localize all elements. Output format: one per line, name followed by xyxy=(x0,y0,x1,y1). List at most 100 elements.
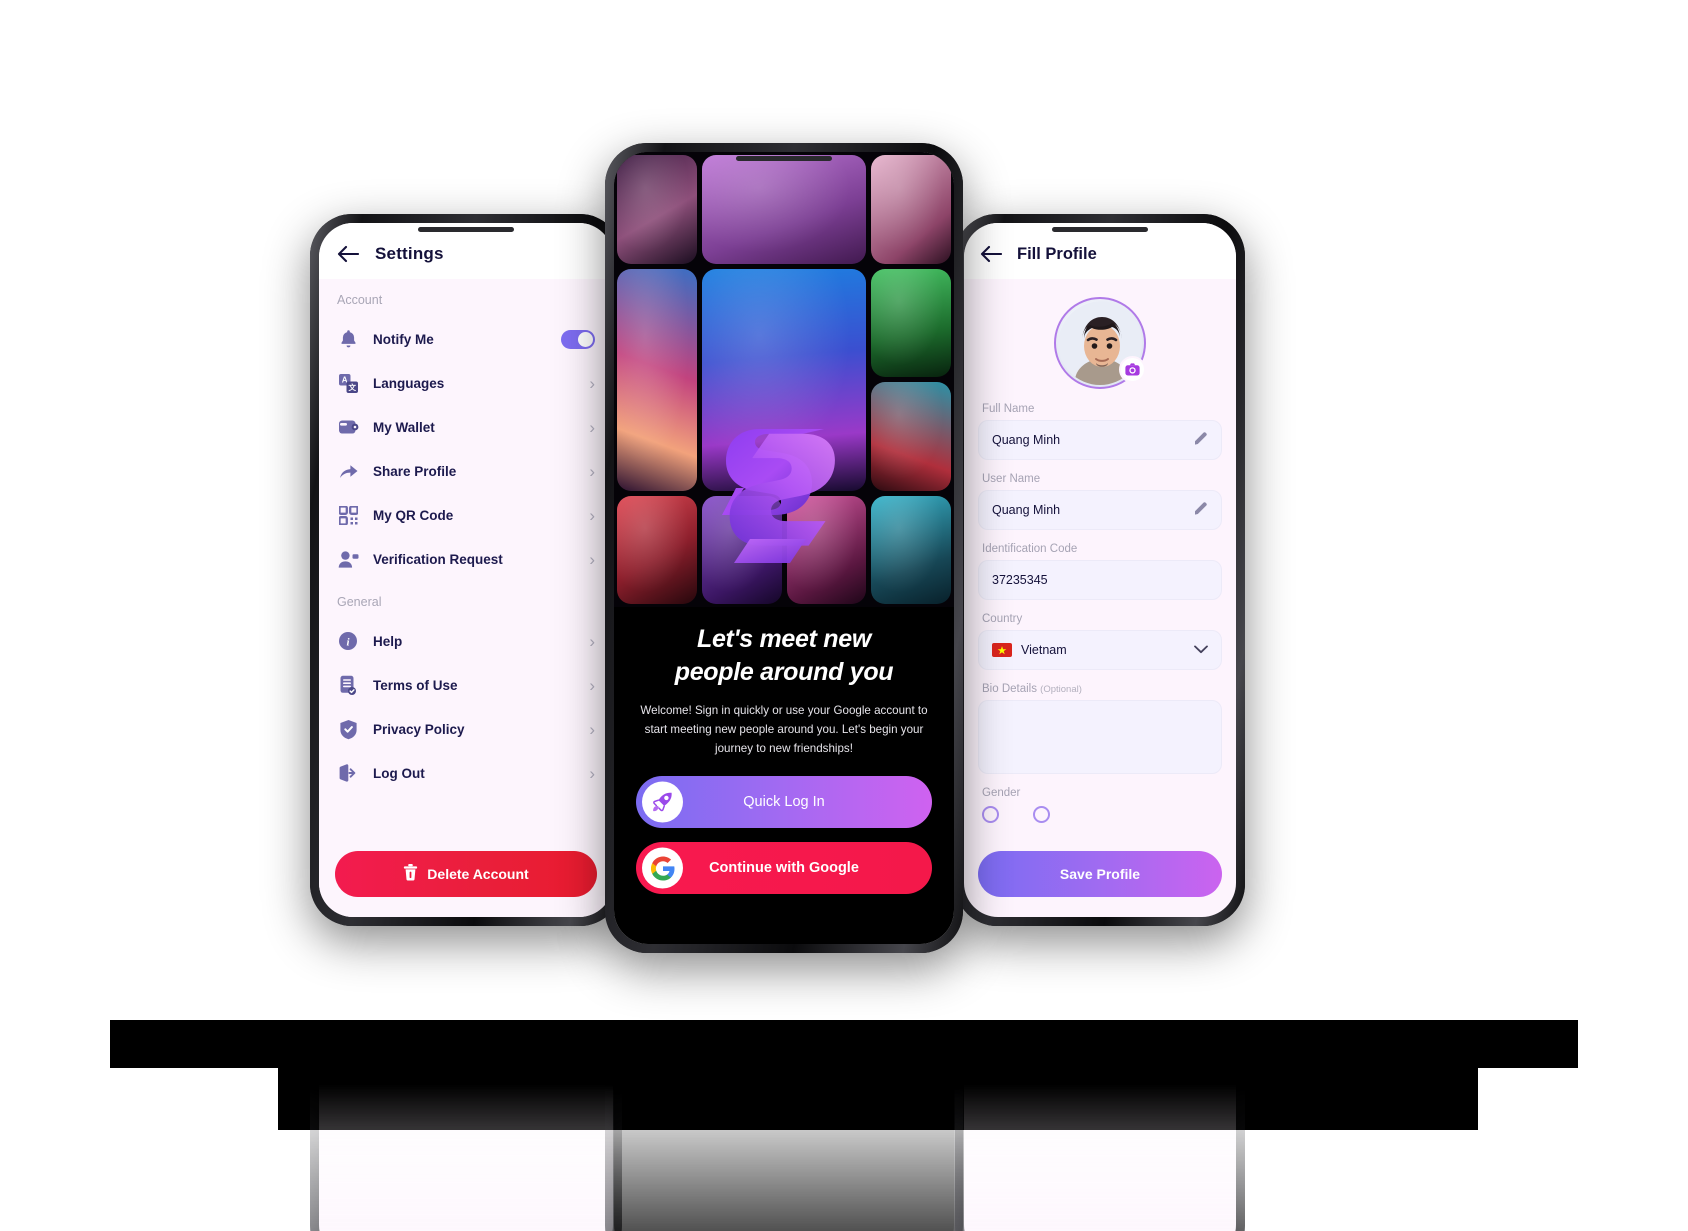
collage-tile-woman-green-neon-glasses xyxy=(871,268,951,377)
user-name-field[interactable]: Quang Minh xyxy=(978,490,1222,530)
field-label-gender: Gender xyxy=(982,787,1021,799)
fill-profile-screen: Fill Profile Full Name Quang Minh User N… xyxy=(964,223,1236,917)
settings-list: Account Notify Me A文 Languages › My Wall… xyxy=(319,279,613,843)
sidebar-item-label: Log Out xyxy=(373,765,425,781)
sidebar-item-label: Notify Me xyxy=(373,331,434,347)
phone-speaker-notch xyxy=(1052,227,1148,232)
sidebar-item-log-out[interactable]: Log Out › xyxy=(335,751,597,795)
field-label-full-name: Full Name xyxy=(982,403,1035,415)
collage-tile-woman-teal-red-split xyxy=(871,382,951,491)
chevron-down-icon[interactable] xyxy=(1194,641,1208,659)
country-select[interactable]: Vietnam xyxy=(978,630,1222,670)
user-check-icon xyxy=(337,548,359,570)
field-label-bio-details: Bio Details (Optional) xyxy=(978,683,1222,700)
quick-log-in-label: Quick Log In xyxy=(743,794,825,811)
sidebar-item-privacy-policy[interactable]: Privacy Policy › xyxy=(335,707,597,751)
save-profile-button[interactable]: Save Profile xyxy=(978,851,1222,897)
continue-with-google-button[interactable]: Continue with Google xyxy=(636,842,932,895)
collage-tile-woman-red-hair-neon xyxy=(617,495,697,604)
sidebar-item-share-profile[interactable]: Share Profile › xyxy=(335,449,597,493)
phone-mockup-fill-profile: Fill Profile Full Name Quang Minh User N… xyxy=(955,214,1245,926)
arrow-left-icon[interactable] xyxy=(337,243,359,265)
info-circle-icon: i xyxy=(337,630,359,652)
full-name-field[interactable]: Quang Minh xyxy=(978,420,1222,460)
collage-tile-woman-pink-neon-top xyxy=(871,155,951,264)
sidebar-item-label: My Wallet xyxy=(373,419,435,435)
headline-line-1: Let's meet new xyxy=(696,625,872,653)
phone-speaker-notch xyxy=(418,227,514,232)
sidebar-item-label: My QR Code xyxy=(373,507,454,523)
chevron-right-icon: › xyxy=(589,373,595,393)
sidebar-item-my-wallet[interactable]: My Wallet › xyxy=(335,405,597,449)
phone-mockup-settings: Settings Account Notify Me A文 Languages … xyxy=(310,214,622,926)
pencil-icon[interactable] xyxy=(1194,431,1208,450)
share-arrow-icon xyxy=(337,460,359,482)
sidebar-item-my-qr-code[interactable]: My QR Code › xyxy=(335,493,597,537)
wallet-icon xyxy=(337,416,359,438)
bell-icon xyxy=(337,328,359,350)
camera-icon[interactable] xyxy=(1119,356,1146,383)
profile-footer: Save Profile xyxy=(964,843,1236,917)
country-value: Vietnam xyxy=(1021,643,1067,657)
identification-code-field[interactable]: 37235345 xyxy=(978,560,1222,600)
sidebar-item-label: Share Profile xyxy=(373,463,457,479)
sidebar-item-label: Help xyxy=(373,633,403,649)
delete-account-button[interactable]: Delete Account xyxy=(335,851,597,897)
login-actions: Quick Log In Continue with Google xyxy=(614,758,954,916)
arrow-left-icon[interactable] xyxy=(980,243,1002,265)
reflection-floor-band-secondary xyxy=(278,1020,1478,1130)
section-label-general: General xyxy=(337,595,382,609)
chevron-right-icon: › xyxy=(589,719,595,739)
trash-icon xyxy=(403,864,418,884)
pencil-icon[interactable] xyxy=(1194,501,1208,520)
chevron-right-icon: › xyxy=(589,417,595,437)
sidebar-item-notify-me[interactable]: Notify Me xyxy=(335,317,597,361)
shield-check-icon xyxy=(337,718,359,740)
chevron-right-icon: › xyxy=(589,631,595,651)
chevron-right-icon: › xyxy=(589,549,595,569)
chevron-right-icon: › xyxy=(589,461,595,481)
sidebar-item-terms-of-use[interactable]: Terms of Use › xyxy=(335,663,597,707)
document-check-icon xyxy=(337,674,359,696)
gender-radio-2[interactable] xyxy=(1033,806,1050,823)
chevron-right-icon: › xyxy=(589,763,595,783)
sidebar-item-verification-request[interactable]: Verification Request › xyxy=(335,537,597,581)
bio-details-optional-tag: (Optional) xyxy=(1040,684,1082,695)
avatar[interactable] xyxy=(1054,297,1146,389)
field-label-country: Country xyxy=(982,613,1023,625)
mockup-stage: Settings Account Notify Me A文 Languages … xyxy=(0,0,1688,1231)
settings-screen: Settings Account Notify Me A文 Languages … xyxy=(319,223,613,917)
sidebar-item-help[interactable]: i Help › xyxy=(335,619,597,663)
notify-me-toggle[interactable] xyxy=(561,329,595,349)
field-label-identification-code: Identification Code xyxy=(982,543,1078,555)
sidebar-item-label: Verification Request xyxy=(373,551,503,567)
headline-line-2: people around you xyxy=(674,658,894,686)
collage-tile-woman-headphones-neon xyxy=(617,268,697,491)
section-label-account: Account xyxy=(337,293,383,307)
qr-code-icon xyxy=(337,504,359,526)
collage-tile-woman-cyan-portrait xyxy=(871,495,951,604)
google-g-icon xyxy=(642,847,683,889)
save-profile-label: Save Profile xyxy=(1059,866,1141,882)
bio-details-textarea[interactable] xyxy=(978,700,1222,774)
sidebar-item-label: Privacy Policy xyxy=(373,721,465,737)
login-copy: Let's meet new people around you Welcome… xyxy=(614,607,954,758)
phone-mockup-login: Let's meet new people around you Welcome… xyxy=(605,143,963,953)
gender-radio-1[interactable] xyxy=(982,806,999,823)
gender-options[interactable] xyxy=(978,804,1222,825)
vietnam-flag-icon xyxy=(992,643,1012,657)
phone-speaker-notch xyxy=(736,156,832,161)
welcome-subtext: Welcome! Sign in quickly or use your Goo… xyxy=(640,704,928,756)
sidebar-item-label: Terms of Use xyxy=(373,677,458,693)
identification-code-value: 37235345 xyxy=(992,573,1048,587)
full-name-value: Quang Minh xyxy=(992,433,1061,447)
sidebar-item-languages[interactable]: A文 Languages › xyxy=(335,361,597,405)
avatar-area xyxy=(978,279,1222,403)
delete-account-label: Delete Account xyxy=(427,866,529,882)
bio-details-label-text: Bio Details xyxy=(982,683,1037,695)
translate-icon: A文 xyxy=(337,372,359,394)
user-name-value: Quang Minh xyxy=(992,503,1061,517)
chevron-right-icon: › xyxy=(589,675,595,695)
s-logo-icon xyxy=(719,420,849,568)
quick-log-in-button[interactable]: Quick Log In xyxy=(636,776,932,829)
